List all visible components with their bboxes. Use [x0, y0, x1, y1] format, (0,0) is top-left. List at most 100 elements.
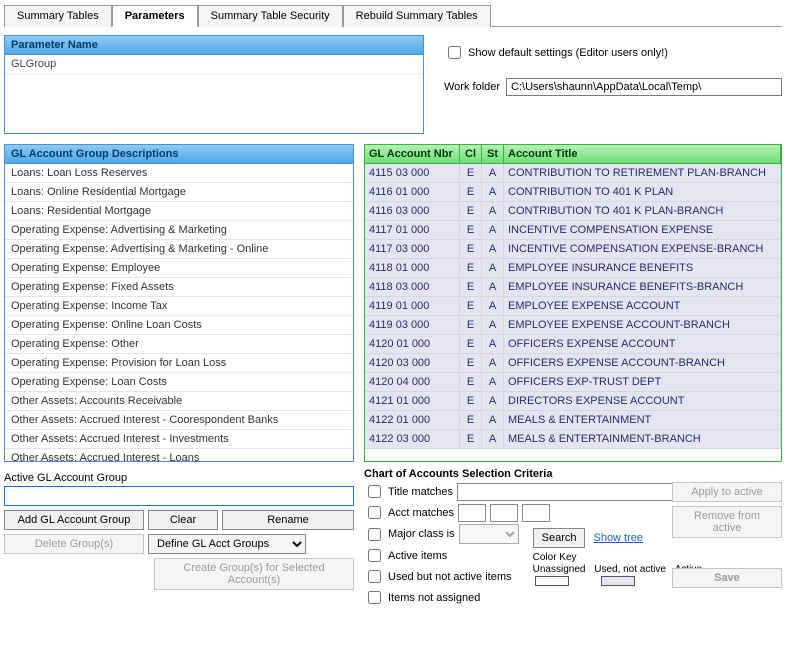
account-row[interactable]: 4117 01 000EAINCENTIVE COMPENSATION EXPE… — [365, 221, 781, 240]
account-cell-st: A — [482, 164, 504, 182]
items-not-assigned-checkbox[interactable] — [368, 591, 381, 604]
description-row[interactable]: Operating Expense: Advertising & Marketi… — [5, 221, 353, 240]
description-row[interactable]: Operating Expense: Income Tax — [5, 297, 353, 316]
account-cell-cl: E — [460, 354, 482, 372]
description-row[interactable]: Operating Expense: Advertising & Marketi… — [5, 240, 353, 259]
parameter-name-header: Parameter Name — [5, 36, 423, 55]
gl-accounts-panel: GL Account Nbr Cl St Account Title 4115 … — [364, 144, 782, 462]
rename-button[interactable]: Rename — [222, 510, 354, 530]
delete-groups-button[interactable]: Delete Group(s) — [4, 534, 144, 554]
define-gl-acct-groups-select[interactable]: Define GL Acct Groups — [148, 534, 306, 554]
description-row[interactable]: Operating Expense: Other — [5, 335, 353, 354]
account-cell-cl: E — [460, 240, 482, 258]
description-row[interactable]: Operating Expense: Loan Costs — [5, 373, 353, 392]
color-key-unassigned-label: Unassigned — [533, 564, 586, 575]
account-cell-nbr: 4119 01 000 — [365, 297, 460, 315]
major-class-checkbox[interactable] — [368, 528, 381, 541]
description-row[interactable]: Loans: Online Residential Mortgage — [5, 183, 353, 202]
account-cell-st: A — [482, 392, 504, 410]
work-folder-input[interactable] — [506, 78, 782, 96]
show-default-label: Show default settings (Editor users only… — [468, 47, 668, 59]
tab-summary-table-security[interactable]: Summary Table Security — [198, 5, 343, 27]
col-header-account-nbr[interactable]: GL Account Nbr — [365, 145, 460, 163]
col-header-cl[interactable]: Cl — [460, 145, 482, 163]
account-cell-nbr: 4122 03 000 — [365, 430, 460, 448]
descriptions-list[interactable]: Loans: Loan Loss ReservesLoans: Online R… — [5, 164, 353, 461]
used-not-active-checkbox[interactable] — [368, 570, 381, 583]
account-row[interactable]: 4116 01 000EACONTRIBUTION TO 401 K PLAN — [365, 183, 781, 202]
description-row[interactable]: Operating Expense: Fixed Assets — [5, 278, 353, 297]
work-folder-label: Work folder — [444, 81, 500, 93]
tab-rebuild-summary-tables[interactable]: Rebuild Summary Tables — [343, 5, 491, 27]
add-gl-account-group-button[interactable]: Add GL Account Group — [4, 510, 144, 530]
acct-matches-input-2[interactable] — [490, 504, 518, 522]
account-cell-cl: E — [460, 164, 482, 182]
description-row[interactable]: Operating Expense: Online Loan Costs — [5, 316, 353, 335]
parameter-row[interactable]: GLGroup — [5, 55, 423, 74]
account-row[interactable]: 4119 01 000EAEMPLOYEE EXPENSE ACCOUNT — [365, 297, 781, 316]
description-row[interactable]: Other Assets: Accrued Interest - Loans — [5, 449, 353, 461]
account-cell-nbr: 4119 03 000 — [365, 316, 460, 334]
save-button[interactable]: Save — [672, 568, 782, 588]
apply-to-active-button[interactable]: Apply to active — [672, 482, 782, 502]
account-cell-nbr: 4122 01 000 — [365, 411, 460, 429]
acct-matches-input-3[interactable] — [522, 504, 550, 522]
description-row[interactable]: Other Assets: Accrued Interest - Cooresp… — [5, 411, 353, 430]
account-cell-title: DIRECTORS EXPENSE ACCOUNT — [504, 392, 781, 410]
acct-matches-checkbox[interactable] — [368, 506, 381, 519]
account-row[interactable]: 4116 03 000EACONTRIBUTION TO 401 K PLAN-… — [365, 202, 781, 221]
account-row[interactable]: 4119 03 000EAEMPLOYEE EXPENSE ACCOUNT-BR… — [365, 316, 781, 335]
title-matches-checkbox[interactable] — [368, 485, 381, 498]
clear-button[interactable]: Clear — [148, 510, 218, 530]
accounts-body[interactable]: 4115 03 000EACONTRIBUTION TO RETIREMENT … — [365, 164, 781, 459]
description-row[interactable]: Loans: Loan Loss Reserves — [5, 164, 353, 183]
col-header-account-title[interactable]: Account Title — [504, 145, 781, 163]
account-cell-title: CONTRIBUTION TO 401 K PLAN-BRANCH — [504, 202, 781, 220]
major-class-select[interactable] — [459, 524, 519, 544]
description-row[interactable]: Operating Expense: Employee — [5, 259, 353, 278]
account-row[interactable]: 4120 03 000EAOFFICERS EXPENSE ACCOUNT-BR… — [365, 354, 781, 373]
account-row[interactable]: 4117 03 000EAINCENTIVE COMPENSATION EXPE… — [365, 240, 781, 259]
title-matches-input[interactable] — [457, 483, 702, 501]
account-cell-title: OFFICERS EXP-TRUST DEPT — [504, 373, 781, 391]
tab-bar: Summary Tables Parameters Summary Table … — [4, 4, 782, 27]
remove-from-active-button[interactable]: Remove from active — [672, 506, 782, 538]
account-row[interactable]: 4120 01 000EAOFFICERS EXPENSE ACCOUNT — [365, 335, 781, 354]
col-header-st[interactable]: St — [482, 145, 504, 163]
tab-parameters[interactable]: Parameters — [112, 5, 198, 27]
show-tree-link[interactable]: Show tree — [593, 532, 643, 544]
tab-summary-tables[interactable]: Summary Tables — [4, 5, 112, 27]
parameter-name-list[interactable]: GLGroup — [5, 55, 423, 133]
account-cell-st: A — [482, 259, 504, 277]
active-gl-group-input[interactable] — [4, 486, 354, 506]
account-row[interactable]: 4120 04 000EAOFFICERS EXP-TRUST DEPT — [365, 373, 781, 392]
account-cell-cl: E — [460, 278, 482, 296]
description-row[interactable]: Operating Expense: Provision for Loan Lo… — [5, 354, 353, 373]
account-row[interactable]: 4122 01 000EAMEALS & ENTERTAINMENT — [365, 411, 781, 430]
show-default-checkbox[interactable] — [448, 46, 461, 59]
create-groups-button[interactable]: Create Group(s) for Selected Account(s) — [154, 558, 354, 590]
account-row[interactable]: 4122 03 000EAMEALS & ENTERTAINMENT-BRANC… — [365, 430, 781, 449]
account-cell-title: INCENTIVE COMPENSATION EXPENSE-BRANCH — [504, 240, 781, 258]
search-button[interactable]: Search — [533, 528, 586, 548]
account-row[interactable]: 4121 01 000EADIRECTORS EXPENSE ACCOUNT — [365, 392, 781, 411]
active-gl-group-label: Active GL Account Group — [4, 472, 354, 484]
description-row[interactable]: Other Assets: Accounts Receivable — [5, 392, 353, 411]
criteria-title: Chart of Accounts Selection Criteria — [364, 468, 782, 480]
account-row[interactable]: 4118 01 000EAEMPLOYEE INSURANCE BENEFITS — [365, 259, 781, 278]
acct-matches-input-1[interactable] — [458, 504, 486, 522]
account-cell-nbr: 4115 03 000 — [365, 164, 460, 182]
description-row[interactable]: Other Assets: Accrued Interest - Investm… — [5, 430, 353, 449]
account-cell-cl: E — [460, 183, 482, 201]
account-cell-title: MEALS & ENTERTAINMENT-BRANCH — [504, 430, 781, 448]
active-items-checkbox[interactable] — [368, 549, 381, 562]
account-cell-title: EMPLOYEE EXPENSE ACCOUNT — [504, 297, 781, 315]
account-cell-nbr: 4117 03 000 — [365, 240, 460, 258]
account-cell-st: A — [482, 373, 504, 391]
account-row[interactable]: 4118 03 000EAEMPLOYEE INSURANCE BENEFITS… — [365, 278, 781, 297]
description-row[interactable]: Loans: Residential Mortgage — [5, 202, 353, 221]
parameter-name-panel: Parameter Name GLGroup — [4, 35, 424, 134]
account-cell-cl: E — [460, 259, 482, 277]
account-row[interactable]: 4115 03 000EACONTRIBUTION TO RETIREMENT … — [365, 164, 781, 183]
account-cell-title: EMPLOYEE INSURANCE BENEFITS — [504, 259, 781, 277]
